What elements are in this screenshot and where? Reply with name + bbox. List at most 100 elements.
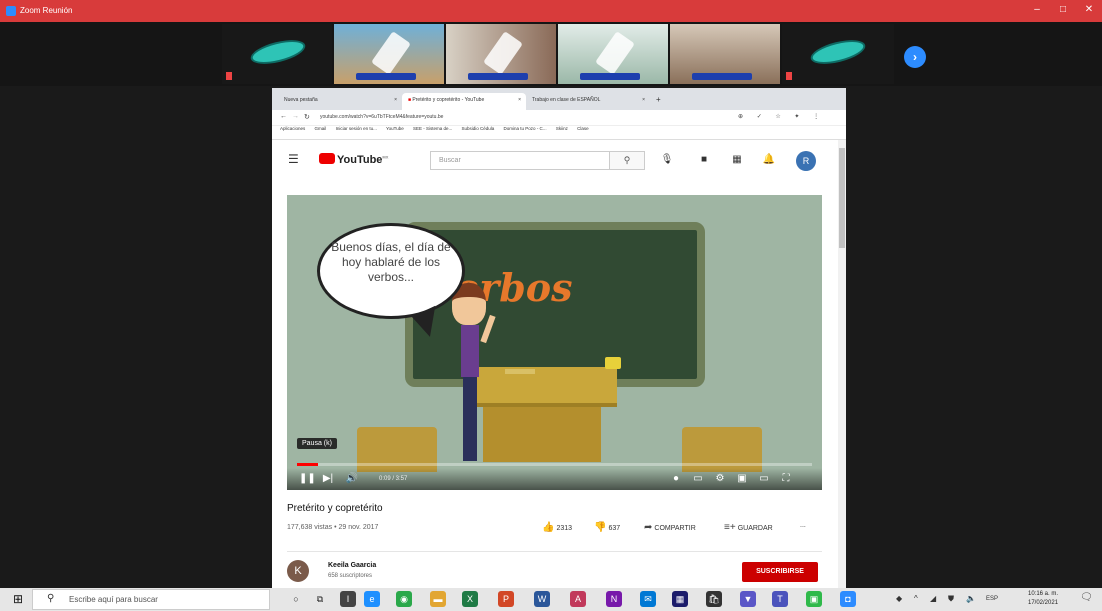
next-icon[interactable]: ▶| — [321, 473, 335, 484]
mail-icon[interactable]: ✉ — [640, 591, 656, 607]
close-button[interactable]: ✕ — [1082, 4, 1096, 15]
channel-subscribers: 658 suscriptores — [328, 573, 373, 579]
apps-grid-icon[interactable]: ▦ — [730, 154, 744, 165]
network-icon[interactable]: ◢ — [930, 594, 936, 603]
tray-app-icon[interactable]: ◆ — [896, 594, 902, 603]
dislike-button[interactable]: 👎 637 — [594, 522, 620, 533]
clock[interactable]: 10:16 a. m. 17/02/2021 — [1028, 590, 1058, 608]
onenote-icon[interactable]: N — [606, 591, 622, 607]
search-input[interactable]: Buscar — [430, 151, 610, 170]
maximize-button[interactable]: □ — [1056, 4, 1070, 15]
taskbar-app-icon[interactable]: ▦ — [672, 591, 688, 607]
participant-tile[interactable] — [782, 24, 894, 84]
scrollbar-thumb[interactable] — [839, 148, 845, 248]
search-button[interactable]: ⚲ — [609, 151, 645, 170]
theater-mode-icon[interactable]: ▭ — [757, 473, 771, 484]
bookmark-item[interactable]: Subsidio Cédula — [462, 126, 495, 131]
language-indicator[interactable]: ESP — [986, 596, 998, 602]
show-hidden-icons-icon[interactable]: ^ — [914, 594, 918, 603]
forward-icon[interactable]: → — [292, 113, 299, 120]
taskbar-app-icon[interactable]: ▼ — [740, 591, 756, 607]
close-tab-icon[interactable]: × — [394, 97, 397, 103]
browser-extension-icons[interactable]: ⊕ ✓ ☆ ✦ ⋮ — [738, 113, 825, 120]
miniplayer-icon[interactable]: ▣ — [735, 473, 749, 484]
bookmark-item[interactable]: Gmail — [315, 126, 327, 131]
new-tab-button[interactable]: + — [656, 95, 661, 104]
create-video-icon[interactable]: ■ — [697, 154, 711, 165]
participant-tile[interactable] — [670, 24, 780, 84]
browser-tab-active[interactable]: ■ Pretérito y copretérito - YouTube × — [402, 93, 526, 110]
taskbar-app-icon[interactable]: ▣ — [806, 591, 822, 607]
zoom-icon — [6, 6, 16, 16]
start-button[interactable]: ⊞ — [6, 590, 30, 609]
volume-tray-icon[interactable]: 🔈 — [966, 594, 976, 603]
pause-icon[interactable]: ❚❚ — [299, 473, 316, 484]
notifications-icon[interactable]: 🔔 — [762, 154, 776, 165]
subscribe-button[interactable]: SUSCRIBIRSE — [742, 562, 818, 582]
taskbar-app-icon[interactable]: I — [340, 591, 356, 607]
video-player[interactable]: Verbos Buenos días, el día de hoy hablar… — [287, 195, 822, 490]
participant-tile[interactable] — [334, 24, 444, 84]
address-bar[interactable]: youtube.com/watch?v=6uTbTFtceM4&feature=… — [320, 114, 443, 120]
close-tab-icon[interactable]: × — [518, 97, 521, 103]
zoom-taskbar-icon[interactable]: ◘ — [840, 591, 856, 607]
edge-icon[interactable]: e — [364, 591, 380, 607]
chrome-icon[interactable]: ◉ — [396, 591, 412, 607]
task-view-icon[interactable]: ⧉ — [312, 591, 328, 607]
participant-tile[interactable] — [222, 24, 332, 84]
bookmark-item[interactable]: Clase — [577, 126, 589, 131]
youtube-logo[interactable]: YouTubeMX — [319, 153, 388, 166]
planet-icon — [808, 35, 868, 69]
taskbar-search-input[interactable]: ⚲ Escribe aquí para buscar — [32, 589, 270, 610]
participant-tile[interactable] — [446, 24, 556, 84]
more-actions-button[interactable]: ... — [800, 522, 806, 529]
store-icon[interactable]: 🛍 — [706, 591, 722, 607]
share-button[interactable]: ➦ COMPARTIR — [644, 522, 696, 533]
zoom-titlebar: Zoom Reunión – □ ✕ — [0, 0, 1102, 22]
excel-icon[interactable]: X — [462, 591, 478, 607]
bookmark-item[interactable]: Iniciar sesión en tu... — [336, 126, 377, 131]
powerpoint-icon[interactable]: P — [498, 591, 514, 607]
playlist-add-icon: ≡+ — [724, 522, 736, 533]
access-icon[interactable]: A — [570, 591, 586, 607]
like-button[interactable]: 👍 2313 — [542, 522, 572, 533]
bookmark-item[interactable]: Skiinz — [556, 126, 568, 131]
book — [505, 369, 535, 374]
browser-tab[interactable]: Trabajo en clase de ESPAÑOL × — [526, 93, 650, 110]
participant-tile[interactable] — [558, 24, 668, 84]
settings-icon[interactable]: ⚙ — [713, 473, 727, 484]
close-tab-icon[interactable]: × — [642, 97, 645, 103]
cortana-icon[interactable]: ○ — [288, 591, 304, 607]
user-avatar[interactable]: R — [796, 151, 816, 171]
planet-icon — [248, 35, 308, 69]
menu-icon[interactable]: ☰ — [288, 152, 299, 166]
volume-icon[interactable]: 🔊 — [345, 473, 359, 484]
back-icon[interactable]: ← — [280, 113, 287, 120]
channel-avatar[interactable]: K — [287, 560, 309, 582]
save-button[interactable]: ≡+ GUARDAR — [724, 522, 773, 533]
mug — [605, 357, 621, 369]
microphone-icon[interactable]: 🎙 — [660, 154, 674, 165]
bookmark-item[interactable]: SEE - Sistema de... — [413, 126, 452, 131]
search-icon: ⚲ — [623, 155, 631, 165]
browser-tab[interactable]: Nueva pestaña × — [278, 93, 402, 110]
bookmark-item[interactable]: Aplicaciones — [280, 126, 305, 131]
speech-bubble: Buenos días, el día de hoy hablaré de lo… — [317, 223, 465, 341]
teams-icon[interactable]: T — [772, 591, 788, 607]
tray-shield-icon[interactable]: ⛊ — [948, 594, 954, 604]
bookmark-item[interactable]: Domina tu Pozo - C... — [504, 126, 547, 131]
fullscreen-icon[interactable]: ⛶ — [779, 473, 793, 484]
clock-date: 17/02/2021 — [1028, 600, 1059, 606]
reload-icon[interactable]: ↻ — [304, 113, 310, 121]
autoplay-toggle-icon[interactable]: ● — [669, 473, 683, 484]
captions-icon[interactable]: ▭ — [691, 473, 705, 484]
file-explorer-icon[interactable]: ▬ — [430, 591, 446, 607]
word-icon[interactable]: W — [534, 591, 550, 607]
minimize-button[interactable]: – — [1030, 4, 1044, 15]
next-participants-button[interactable]: › — [904, 46, 926, 68]
browser-scrollbar[interactable] — [838, 140, 846, 588]
video-progress-bar[interactable] — [297, 463, 812, 466]
notifications-center-icon[interactable]: 🗨 — [1080, 592, 1093, 603]
bookmark-item[interactable]: YouTube — [386, 126, 404, 131]
channel-name[interactable]: Keeila Gaarcia — [328, 562, 376, 569]
